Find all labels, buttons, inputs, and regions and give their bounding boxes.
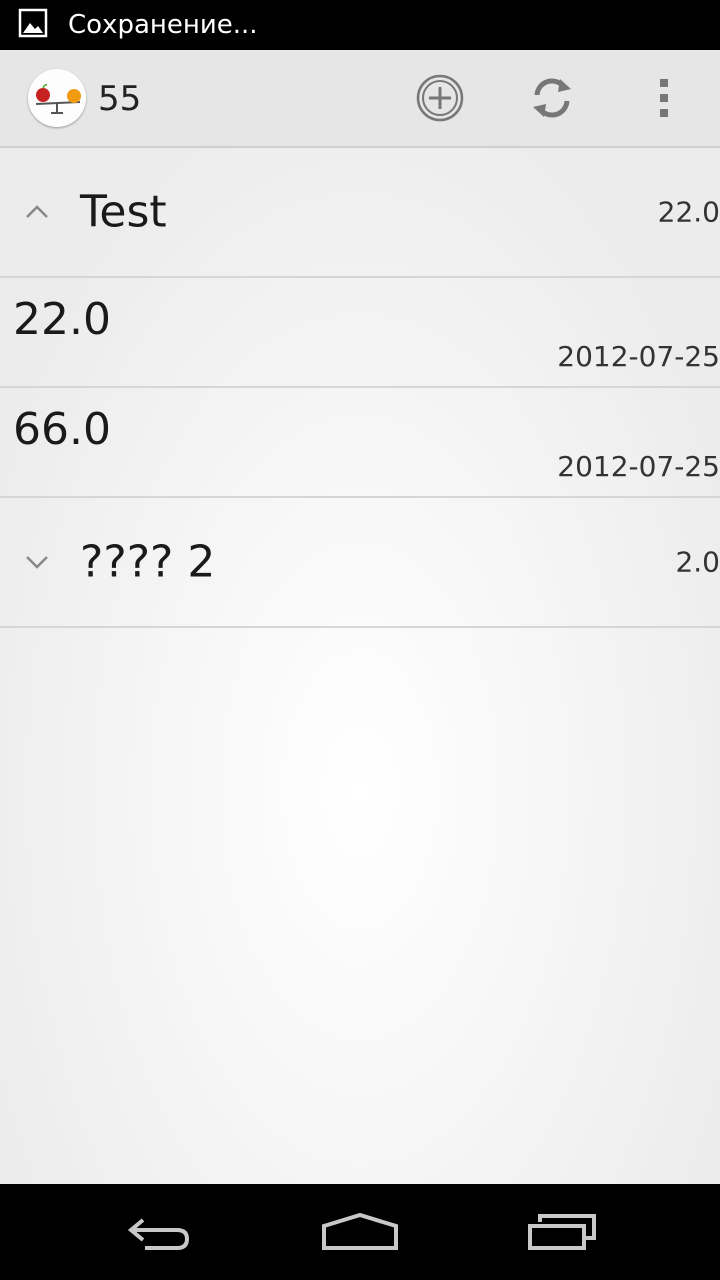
item-date: 2012-07-25 xyxy=(557,340,720,373)
group-title: Test xyxy=(80,186,167,238)
overflow-menu-button[interactable] xyxy=(634,68,694,128)
add-button[interactable] xyxy=(410,68,470,128)
home-icon xyxy=(322,1212,398,1250)
navigation-bar xyxy=(0,1184,720,1280)
back-button[interactable] xyxy=(110,1202,210,1262)
home-button[interactable] xyxy=(310,1202,410,1262)
back-icon xyxy=(127,1218,190,1250)
refresh-icon xyxy=(533,78,571,118)
content-list: Test 22.0 22.0 2012-07-25 66.0 2012-07-2… xyxy=(0,148,720,1184)
add-circle-icon xyxy=(416,74,464,122)
item-value: 66.0 xyxy=(13,404,111,455)
chevron-down-icon xyxy=(26,556,48,569)
chevron-up-icon xyxy=(26,205,48,218)
image-icon xyxy=(18,8,48,38)
status-bar: Сохранение... xyxy=(0,0,720,50)
group-total: 2.0 xyxy=(675,545,720,579)
group-row-test[interactable]: Test 22.0 xyxy=(0,148,720,278)
group-row-2[interactable]: ???? 2 2.0 xyxy=(0,498,720,628)
recent-apps-button[interactable] xyxy=(512,1202,612,1262)
recent-apps-icon xyxy=(528,1214,596,1250)
scales-logo-icon xyxy=(28,69,86,127)
status-notification-text: Сохранение... xyxy=(68,10,258,40)
refresh-button[interactable] xyxy=(522,68,582,128)
app-logo[interactable] xyxy=(28,69,86,127)
group-title: ???? 2 xyxy=(80,536,216,588)
item-value: 22.0 xyxy=(13,294,111,345)
list-item[interactable]: 66.0 2012-07-25 xyxy=(0,386,720,498)
action-bar: 55 xyxy=(0,50,720,148)
selected-count: 55 xyxy=(98,79,142,119)
item-date: 2012-07-25 xyxy=(557,450,720,483)
list-item[interactable]: 22.0 2012-07-25 xyxy=(0,276,720,388)
group-total: 22.0 xyxy=(657,195,720,229)
overflow-menu-icon xyxy=(660,79,668,117)
